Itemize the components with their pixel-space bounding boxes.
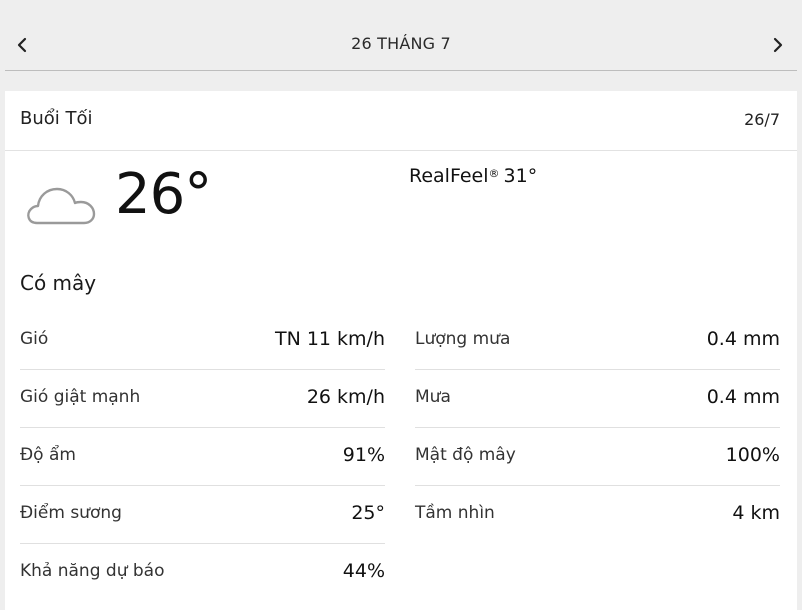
cloud-icon <box>23 181 97 233</box>
detail-row-forecast-probability: Khả năng dự báo 44% <box>20 544 385 601</box>
detail-row-precipitation: Lượng mưa 0.4 mm <box>415 312 780 370</box>
detail-row-dew-point: Điểm sương 25° <box>20 486 385 544</box>
realfeel-registered-mark: ® <box>488 167 500 180</box>
detail-row-humidity: Độ ẩm 91% <box>20 428 385 486</box>
detail-value: 26 km/h <box>306 386 385 408</box>
period-date: 26/7 <box>744 110 780 129</box>
date-navigation: 26 THÁNG 7 <box>0 0 802 70</box>
detail-value: 100% <box>725 444 780 466</box>
current-temperature: 26° <box>115 162 212 227</box>
detail-value: TN 11 km/h <box>274 328 385 350</box>
realfeel: RealFeel® 31° <box>409 165 537 187</box>
details-right-column: Lượng mưa 0.4 mm Mưa 0.4 mm Mật độ mây 1… <box>415 312 780 543</box>
detail-label: Mật độ mây <box>415 445 516 465</box>
detail-row-cloud-cover: Mật độ mây 100% <box>415 428 780 486</box>
detail-value: 0.4 mm <box>706 386 780 408</box>
detail-value: 91% <box>342 444 385 466</box>
realfeel-value: 31° <box>503 165 538 187</box>
weather-condition: Có mây <box>20 271 97 295</box>
detail-label: Điểm sương <box>20 503 122 523</box>
detail-row-visibility: Tầm nhìn 4 km <box>415 486 780 543</box>
selected-date-title: 26 THÁNG 7 <box>351 34 451 53</box>
detail-row-wind-gust: Gió giật mạnh 26 km/h <box>20 370 385 428</box>
detail-label: Gió giật mạnh <box>20 387 141 407</box>
forecast-card: Buổi Tối 26/7 26° RealFeel® 31° Có mây Gi… <box>5 91 797 610</box>
details-left-column: Gió TN 11 km/h Gió giật mạnh 26 km/h Độ … <box>20 312 385 601</box>
period-title: Buổi Tối <box>20 108 93 129</box>
detail-row-wind: Gió TN 11 km/h <box>20 312 385 370</box>
detail-row-rain: Mưa 0.4 mm <box>415 370 780 428</box>
next-day-button[interactable] <box>766 30 786 60</box>
nav-divider <box>5 70 797 71</box>
detail-label: Lượng mưa <box>415 329 511 349</box>
detail-label: Tầm nhìn <box>415 503 495 523</box>
realfeel-label: RealFeel <box>409 165 489 187</box>
detail-label: Độ ẩm <box>20 445 76 465</box>
detail-value: 4 km <box>732 502 780 524</box>
detail-value: 25° <box>351 502 385 524</box>
chevron-right-icon <box>766 30 786 60</box>
detail-label: Mưa <box>415 387 451 407</box>
card-header: Buổi Tối 26/7 <box>5 91 797 151</box>
weather-page: 26 THÁNG 7 Buổi Tối 26/7 26° RealFeel® 31… <box>0 0 802 610</box>
detail-value: 44% <box>342 560 385 582</box>
detail-label: Khả năng dự báo <box>20 561 165 581</box>
detail-value: 0.4 mm <box>706 328 780 350</box>
detail-label: Gió <box>20 329 49 349</box>
